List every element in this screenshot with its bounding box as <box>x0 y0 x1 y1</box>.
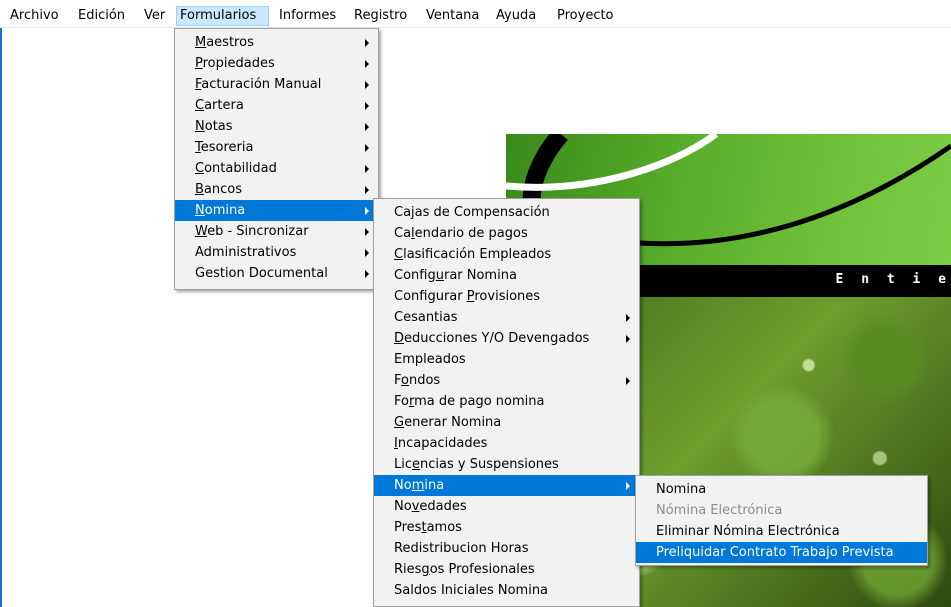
menu-item-riesgos-profesionales[interactable]: Riesgos Profesionales <box>374 559 639 580</box>
submenu-arrow-icon <box>365 165 369 173</box>
menu-item-saldos-iniciales[interactable]: Saldos Iniciales Nomina <box>374 580 639 601</box>
menu-item-nomina-nomina[interactable]: Nomina <box>636 479 927 500</box>
submenu-arrow-icon <box>365 186 369 194</box>
menu-item-eliminar-nomina-electronica[interactable]: Eliminar Nómina Electrónica <box>636 521 927 542</box>
menu-item-administrativos[interactable]: Administrativos <box>175 242 378 263</box>
menu-ver[interactable]: Ver <box>140 6 169 26</box>
submenu-arrow-icon <box>365 249 369 257</box>
menu-item-generar-nomina[interactable]: Generar Nomina <box>374 412 639 433</box>
menu-formularios[interactable]: Formularios <box>176 6 269 26</box>
menu-item-licencias-suspensiones[interactable]: Licencias y Suspensiones <box>374 454 639 475</box>
menu-item-configurar-provisiones[interactable]: Configurar Provisiones <box>374 286 639 307</box>
menu-item-cesantias[interactable]: Cesantias <box>374 307 639 328</box>
menu-item-bancos[interactable]: Bancos <box>175 179 378 200</box>
menu-item-empleados[interactable]: Empleados <box>374 349 639 370</box>
menu-item-notas[interactable]: Notas <box>175 116 378 137</box>
menu-item-redistribucion-horas[interactable]: Redistribucion Horas <box>374 538 639 559</box>
menu-item-prestamos[interactable]: Prestamos <box>374 517 639 538</box>
menu-item-deducciones-devengados[interactable]: Deducciones Y/O Devengados <box>374 328 639 349</box>
submenu-arrow-icon <box>626 335 630 343</box>
menu-item-propiedades[interactable]: Propiedades <box>175 53 378 74</box>
submenu-arrow-icon <box>626 377 630 385</box>
formularios-menu: Maestros Propiedades Facturación Manual … <box>174 28 379 290</box>
menu-proyecto[interactable]: Proyecto <box>553 6 618 26</box>
menu-informes[interactable]: Informes <box>275 6 340 26</box>
nomina-nomina-submenu: Nomina Nómina Electrónica Eliminar Nómin… <box>635 475 928 566</box>
menu-item-gestion-documental[interactable]: Gestion Documental <box>175 263 378 284</box>
menu-item-calendario-pagos[interactable]: Calendario de pagos <box>374 223 639 244</box>
submenu-arrow-icon <box>626 482 630 490</box>
submenu-arrow-icon <box>365 81 369 89</box>
menu-item-incapacidades[interactable]: Incapacidades <box>374 433 639 454</box>
menu-item-clasificacion-empleados[interactable]: Clasificación Empleados <box>374 244 639 265</box>
menu-item-forma-pago-nomina[interactable]: Forma de pago nomina <box>374 391 639 412</box>
submenu-arrow-icon <box>365 39 369 47</box>
submenu-arrow-icon <box>365 228 369 236</box>
menu-item-nomina-sub[interactable]: Nomina <box>374 475 639 496</box>
banner-band-text: E n t i e <box>835 272 951 287</box>
menu-bar: Archivo Edición Ver Formularios Informes… <box>0 0 951 28</box>
menu-item-web-sincronizar[interactable]: Web - Sincronizar <box>175 221 378 242</box>
menu-item-nomina[interactable]: Nomina <box>175 200 378 221</box>
menu-item-fondos[interactable]: Fondos <box>374 370 639 391</box>
menu-item-nomina-electronica: Nómina Electrónica <box>656 503 783 518</box>
submenu-arrow-icon <box>365 123 369 131</box>
menu-item-cajas-compensacion[interactable]: Cajas de Compensación <box>374 202 639 223</box>
submenu-arrow-icon <box>365 270 369 278</box>
menu-item-tesoreria[interactable]: Tesoreria <box>175 137 378 158</box>
nomina-submenu: Cajas de Compensación Calendario de pago… <box>373 198 640 607</box>
menu-item-contabilidad[interactable]: Contabilidad <box>175 158 378 179</box>
submenu-arrow-icon <box>626 314 630 322</box>
submenu-arrow-icon <box>365 144 369 152</box>
menu-item-facturacion-manual[interactable]: Facturación Manual <box>175 74 378 95</box>
menu-item-cartera[interactable]: Cartera <box>175 95 378 116</box>
menu-item-configurar-nomina[interactable]: Configurar Nomina <box>374 265 639 286</box>
menu-item-novedades[interactable]: Novedades <box>374 496 639 517</box>
menu-item-maestros[interactable]: Maestros <box>175 32 378 53</box>
submenu-arrow-icon <box>365 102 369 110</box>
submenu-arrow-icon <box>365 207 369 215</box>
submenu-arrow-icon <box>365 60 369 68</box>
window-edge <box>0 28 2 607</box>
menu-item-preliquidar-contrato[interactable]: Preliquidar Contrato Trabajo Prevista <box>636 542 927 563</box>
menu-ventana[interactable]: Ventana <box>422 6 483 26</box>
menu-archivo[interactable]: Archivo <box>6 6 63 26</box>
menu-registro[interactable]: Registro <box>350 6 411 26</box>
menu-ayuda[interactable]: Ayuda <box>492 6 540 26</box>
menu-edicion[interactable]: Edición <box>74 6 129 26</box>
